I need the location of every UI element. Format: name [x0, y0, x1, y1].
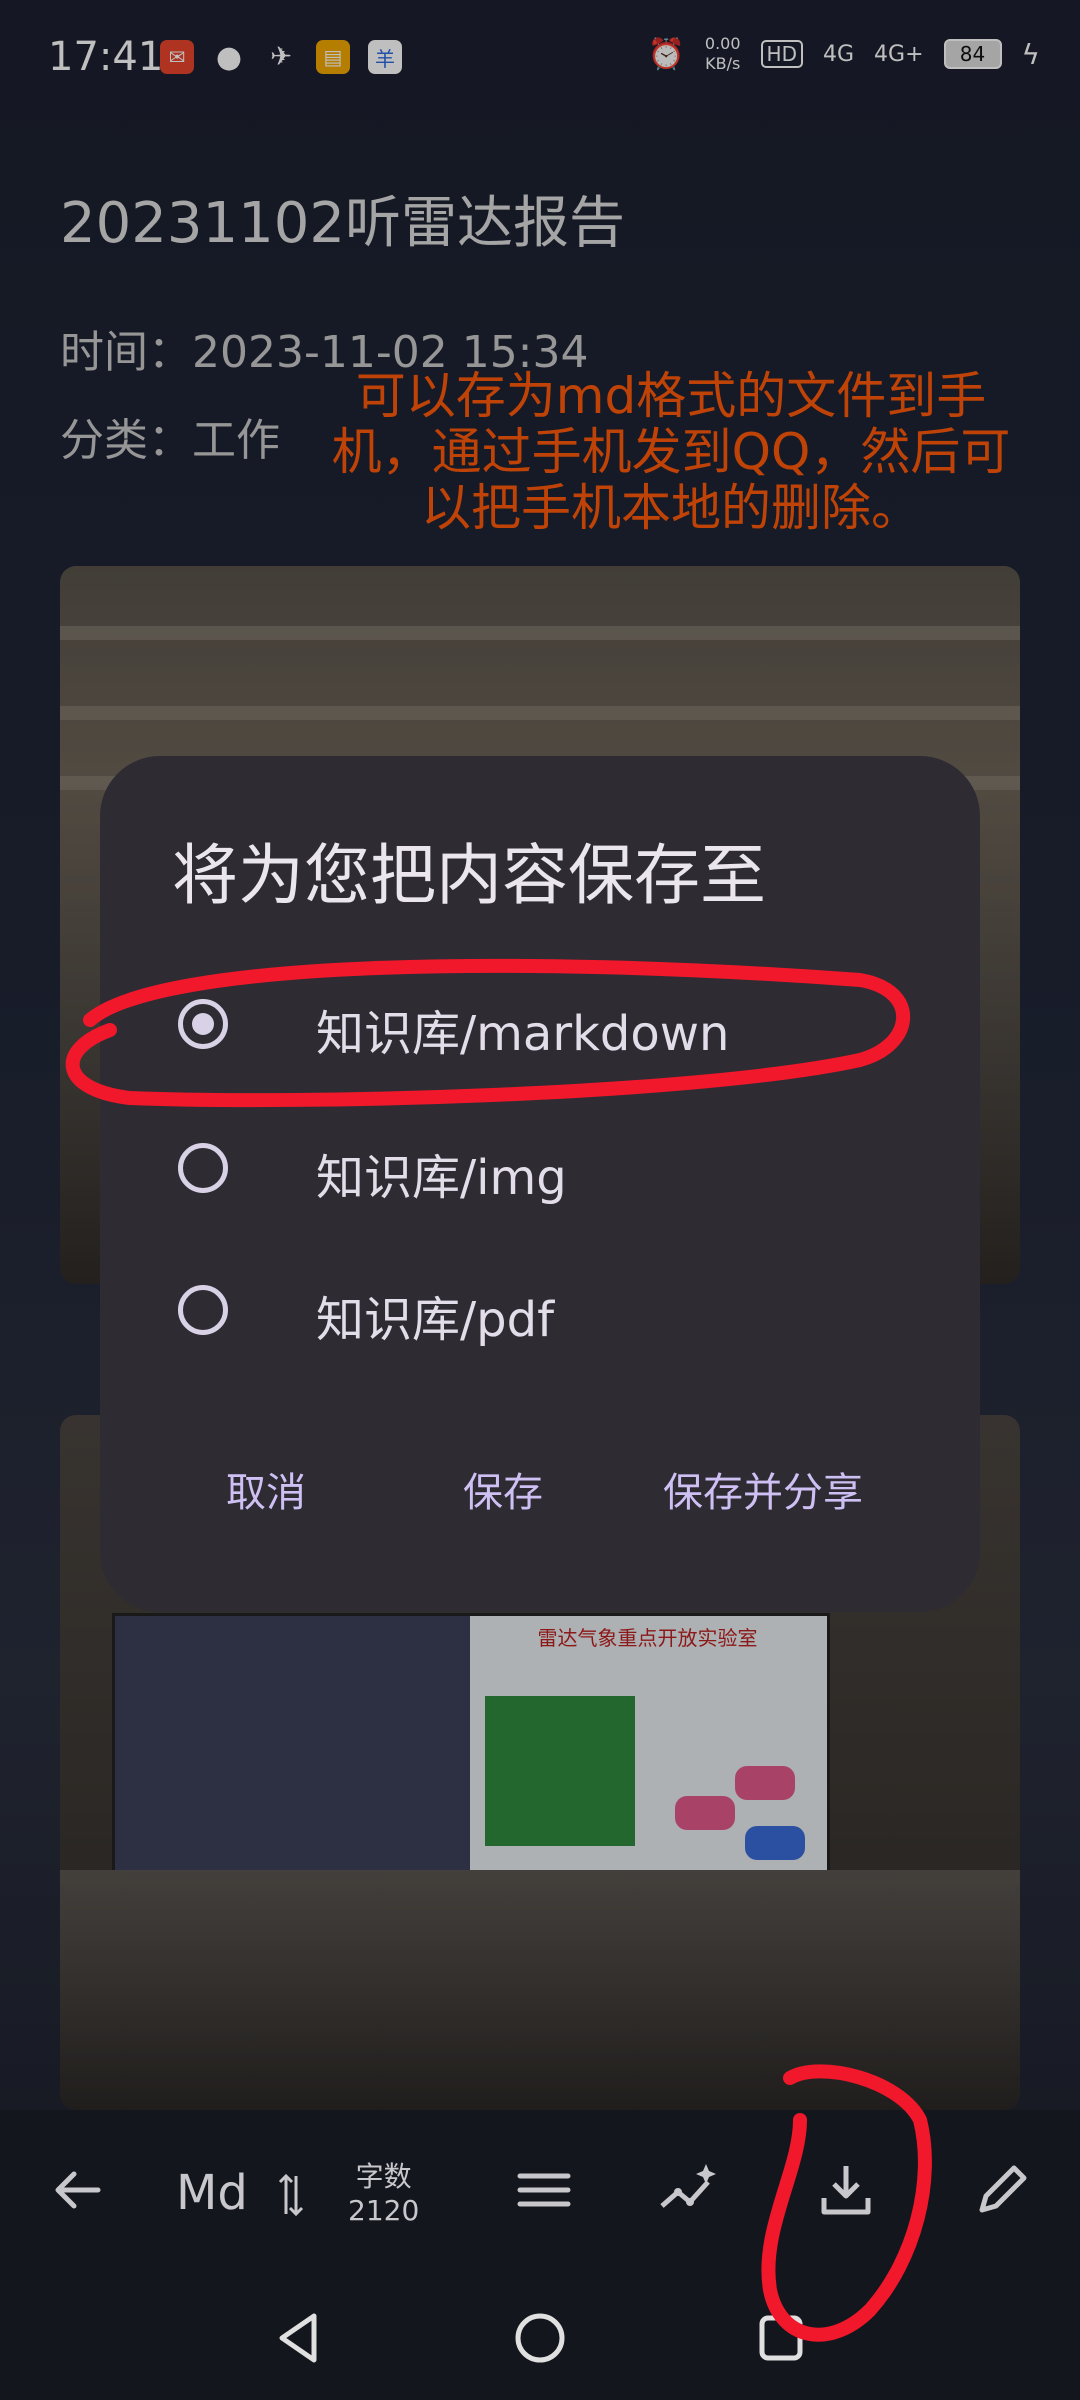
word-count-value: 2120 — [348, 2194, 420, 2227]
dialog-title: 将为您把内容保存至 — [172, 837, 766, 914]
word-count-label: 字数 — [355, 2160, 412, 2193]
edit-pencil-icon[interactable] — [972, 2160, 1032, 2220]
option-label: 知识库/markdown — [316, 1006, 730, 1062]
nav-back-icon[interactable] — [274, 2310, 324, 2370]
option-label: 知识库/pdf — [316, 1292, 555, 1348]
download-icon[interactable] — [816, 2160, 876, 2220]
word-count: 字数 2120 — [348, 2160, 419, 2228]
radio-unselected-icon[interactable] — [178, 1143, 228, 1193]
menu-icon[interactable] — [514, 2160, 574, 2220]
cancel-button[interactable]: 取消 — [226, 1460, 306, 1518]
markdown-mode-button[interactable]: Md — [176, 2165, 248, 2221]
save-button[interactable]: 保存 — [463, 1460, 543, 1518]
nav-recents-icon[interactable] — [756, 2310, 806, 2370]
option-label: 知识库/img — [316, 1150, 567, 1206]
bottom-toolbar: Md 字数 2120 — [0, 2110, 1080, 2280]
option-markdown[interactable]: 知识库/markdown — [100, 972, 980, 1082]
radio-selected-icon[interactable] — [178, 999, 228, 1049]
back-arrow-icon[interactable] — [48, 2160, 108, 2220]
system-nav-bar — [0, 2280, 1080, 2400]
nav-home-icon[interactable] — [512, 2310, 568, 2370]
save-location-dialog: 将为您把内容保存至 知识库/markdown 知识库/img 知识库/pdf 取… — [100, 756, 980, 1612]
radio-unselected-icon[interactable] — [178, 1285, 228, 1335]
ai-sparkle-icon[interactable] — [656, 2160, 726, 2220]
save-and-share-button[interactable]: 保存并分享 — [663, 1460, 863, 1518]
sort-arrows-icon[interactable] — [276, 2170, 306, 2220]
option-img[interactable]: 知识库/img — [100, 1116, 980, 1226]
option-pdf[interactable]: 知识库/pdf — [100, 1258, 980, 1368]
